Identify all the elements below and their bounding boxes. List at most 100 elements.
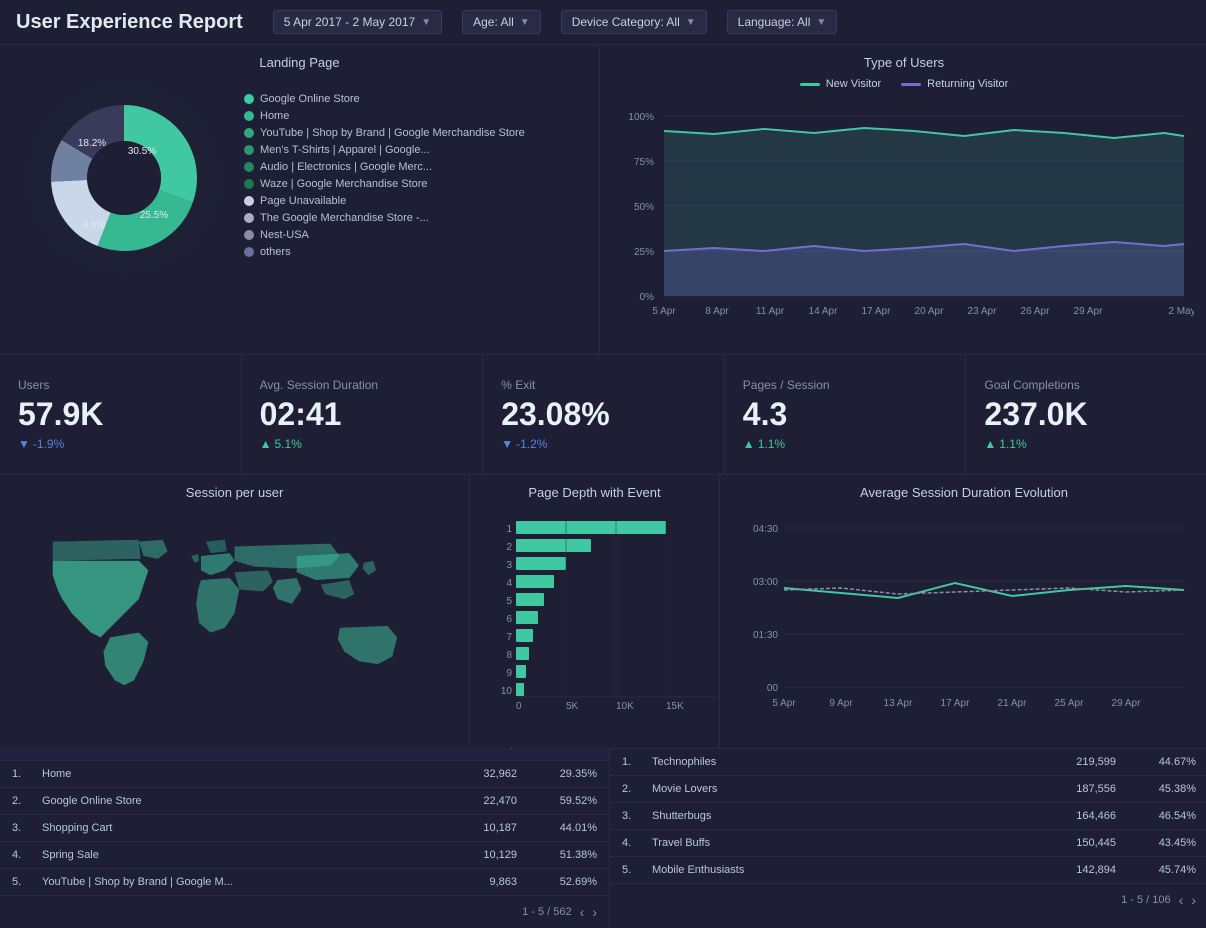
metrics-row: Users 57.9K ▼ -1.9% Avg. Session Duratio… [0, 355, 1206, 475]
svg-text:1: 1 [506, 524, 512, 535]
session-per-user-panel: Session per user [0, 475, 470, 748]
svg-text:25.5%: 25.5% [140, 210, 168, 221]
svg-text:50%: 50% [634, 202, 654, 213]
right-prev-page-button[interactable]: ‹ [1179, 892, 1184, 908]
language-filter[interactable]: Language: All ▼ [727, 10, 838, 34]
metric-pages-change: ▲ 1.1% [743, 437, 948, 451]
new-visitor-legend: New Visitor [800, 78, 881, 90]
landing-page-legend: Google Online Store Home YouTube | Shop … [244, 93, 575, 263]
metric-exit-label: % Exit [501, 378, 706, 392]
svg-text:8 Apr: 8 Apr [705, 306, 729, 317]
svg-text:29 Apr: 29 Apr [1112, 698, 1142, 709]
legend-item-6: Waze | Google Merchandise Store [244, 178, 575, 190]
svg-text:23 Apr: 23 Apr [968, 306, 998, 317]
right-table-panel: Affinity Category (reach) Event Value ▼ … [610, 720, 1206, 928]
svg-text:04:30: 04:30 [753, 524, 778, 535]
avg-session-panel: Average Session Duration Evolution 04:30… [720, 475, 1206, 748]
type-of-users-panel: Type of Users New Visitor Returning Visi… [600, 45, 1206, 354]
svg-text:01:30: 01:30 [753, 630, 778, 641]
donut-chart: 30.5% 25.5% 18.2% 9.5% [24, 78, 224, 278]
metric-session-value: 02:41 [260, 396, 465, 433]
svg-text:13 Apr: 13 Apr [884, 698, 914, 709]
legend-item-10: others [244, 246, 575, 258]
language-arrow: ▼ [816, 17, 826, 28]
svg-text:17 Apr: 17 Apr [862, 306, 892, 317]
row3: Session per user [0, 475, 1206, 720]
device-arrow: ▼ [686, 17, 696, 28]
metric-exit-value: 23.08% [501, 396, 706, 433]
row1: Landing Page 30.5% 25.5% [0, 45, 1206, 355]
svg-text:9 Apr: 9 Apr [829, 698, 853, 709]
table-row: 4. Spring Sale 10,129 51.38% [0, 842, 609, 869]
type-of-users-title: Type of Users [614, 55, 1194, 70]
prev-page-button[interactable]: ‹ [580, 904, 585, 920]
table-row: 1. Home 32,962 29.35% [0, 761, 609, 788]
world-map [24, 518, 445, 728]
svg-text:14 Apr: 14 Apr [809, 306, 839, 317]
returning-visitor-legend: Returning Visitor [901, 78, 1008, 90]
device-filter[interactable]: Device Category: All ▼ [561, 10, 707, 34]
metric-goals-label: Goal Completions [984, 378, 1190, 392]
svg-text:11 Apr: 11 Apr [756, 306, 785, 317]
metric-exit: % Exit 23.08% ▼ -1.2% [483, 355, 725, 474]
svg-text:30.5%: 30.5% [128, 146, 156, 157]
table-row: 5. YouTube | Shop by Brand | Google M...… [0, 869, 609, 896]
table-row: 1. Technophiles 219,599 44.67% [610, 749, 1206, 776]
table-row: 3. Shopping Cart 10,187 44.01% [0, 815, 609, 842]
metric-users-change: ▼ -1.9% [18, 437, 223, 451]
metric-users-value: 57.9K [18, 396, 223, 433]
next-page-button[interactable]: › [592, 904, 597, 920]
svg-text:7: 7 [506, 632, 512, 643]
metric-pages: Pages / Session 4.3 ▲ 1.1% [725, 355, 967, 474]
svg-text:15K: 15K [666, 701, 684, 709]
table-row: 2. Google Online Store 22,470 59.52% [0, 788, 609, 815]
svg-text:20 Apr: 20 Apr [915, 306, 945, 317]
svg-text:0%: 0% [640, 292, 655, 303]
metric-pages-value: 4.3 [743, 396, 948, 433]
landing-page-title: Landing Page [14, 55, 585, 70]
svg-text:9: 9 [506, 668, 512, 679]
table-row: 4. Travel Buffs 150,445 43.45% [610, 830, 1206, 857]
page-depth-panel: Page Depth with Event 1 2 3 4 5 [470, 475, 720, 748]
right-table-footer: 1 - 5 / 106 ‹ › [610, 884, 1206, 916]
world-map-container [14, 508, 455, 738]
legend-item-8: The Google Merchandise Store -... [244, 212, 575, 224]
table-row: 2. Movie Lovers 187,556 45.38% [610, 776, 1206, 803]
svg-text:2 May: 2 May [1168, 306, 1194, 317]
legend-item-1: Google Online Store [244, 93, 575, 105]
page-depth-title: Page Depth with Event [484, 485, 705, 500]
svg-text:18.2%: 18.2% [78, 138, 106, 149]
age-filter[interactable]: Age: All ▼ [462, 10, 541, 34]
avg-session-title: Average Session Duration Evolution [734, 485, 1194, 500]
svg-text:26 Apr: 26 Apr [1021, 306, 1051, 317]
svg-text:5 Apr: 5 Apr [772, 698, 796, 709]
donut-container: 30.5% 25.5% 18.2% 9.5% Google Online Sto… [14, 78, 585, 278]
svg-text:3: 3 [506, 560, 512, 571]
svg-text:5: 5 [506, 596, 512, 607]
bar-chart-container: 1 2 3 4 5 6 [484, 508, 705, 718]
svg-text:9.5%: 9.5% [83, 220, 106, 231]
tables-row: Page Title Unique Pageviews ▼ Bounce Rat… [0, 720, 1206, 928]
metric-pages-label: Pages / Session [743, 378, 948, 392]
svg-text:03:00: 03:00 [753, 577, 778, 588]
legend-item-3: YouTube | Shop by Brand | Google Merchan… [244, 127, 575, 139]
right-next-page-button[interactable]: › [1191, 892, 1196, 908]
left-table-panel: Page Title Unique Pageviews ▼ Bounce Rat… [0, 720, 610, 928]
svg-text:6: 6 [506, 614, 512, 625]
svg-text:17 Apr: 17 Apr [941, 698, 971, 709]
svg-text:75%: 75% [634, 157, 654, 168]
legend-item-9: Nest-USA [244, 229, 575, 241]
svg-text:10: 10 [501, 686, 513, 697]
metric-users: Users 57.9K ▼ -1.9% [0, 355, 242, 474]
date-range-filter[interactable]: 5 Apr 2017 - 2 May 2017 ▼ [273, 10, 442, 34]
legend-item-4: Men's T-Shirts | Apparel | Google... [244, 144, 575, 156]
legend-item-7: Page Unavailable [244, 195, 575, 207]
metric-session-label: Avg. Session Duration [260, 378, 465, 392]
metric-goals: Goal Completions 237.0K ▲ 1.1% [966, 355, 1206, 474]
avg-session-chart: 04:30 03:00 01:30 00 5 Apr 9 Apr 13 Apr … [734, 508, 1194, 718]
svg-text:10K: 10K [616, 701, 634, 709]
type-of-users-chart: 100% 75% 50% 25% 0% 5 Apr 8 Apr 11 Apr 1… [614, 96, 1194, 326]
left-table-footer: 1 - 5 / 562 ‹ › [0, 896, 609, 928]
svg-text:2: 2 [506, 542, 512, 553]
table-row: 3. Shutterbugs 164,466 46.54% [610, 803, 1206, 830]
